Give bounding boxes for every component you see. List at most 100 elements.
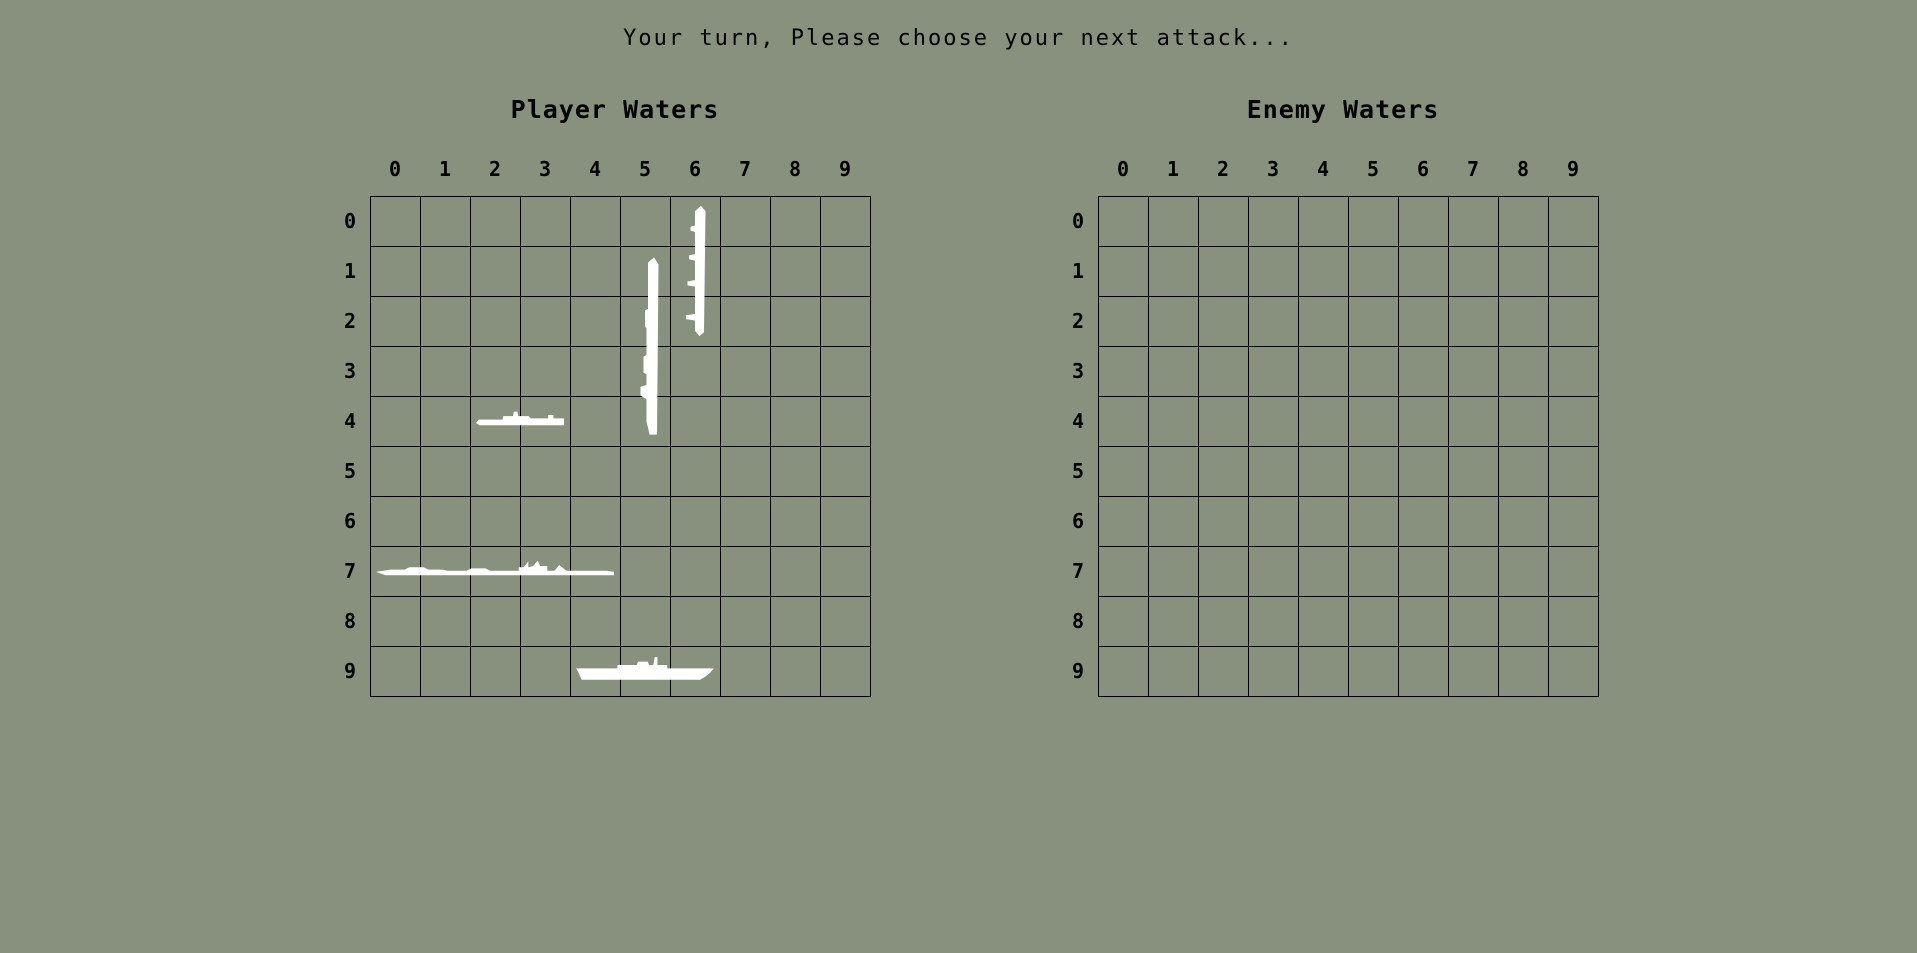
enemy-cell[interactable] (1449, 647, 1499, 697)
enemy-cell[interactable] (1149, 197, 1199, 247)
enemy-cell[interactable] (1349, 497, 1399, 547)
enemy-cell[interactable] (1499, 197, 1549, 247)
enemy-cell[interactable] (1449, 197, 1499, 247)
enemy-cell[interactable] (1499, 547, 1549, 597)
enemy-cell[interactable] (1249, 647, 1299, 697)
enemy-cell[interactable] (1499, 647, 1549, 697)
enemy-cell[interactable] (1249, 247, 1299, 297)
enemy-cell[interactable] (1099, 397, 1149, 447)
enemy-cell[interactable] (1399, 397, 1449, 447)
enemy-cell[interactable] (1549, 197, 1599, 247)
enemy-cell[interactable] (1499, 247, 1549, 297)
enemy-cell[interactable] (1199, 297, 1249, 347)
enemy-cell[interactable] (1299, 647, 1349, 697)
enemy-cell[interactable] (1299, 597, 1349, 647)
enemy-cell[interactable] (1249, 297, 1299, 347)
enemy-cell[interactable] (1149, 297, 1199, 347)
enemy-cell[interactable] (1149, 497, 1199, 547)
enemy-cell[interactable] (1549, 347, 1599, 397)
enemy-cell[interactable] (1249, 397, 1299, 447)
enemy-cell[interactable] (1499, 297, 1549, 347)
enemy-cell[interactable] (1349, 197, 1399, 247)
enemy-cell[interactable] (1449, 347, 1499, 397)
enemy-cell[interactable] (1149, 647, 1199, 697)
enemy-cell[interactable] (1449, 247, 1499, 297)
enemy-cell[interactable] (1449, 397, 1499, 447)
enemy-cell[interactable] (1449, 297, 1499, 347)
enemy-cell[interactable] (1549, 447, 1599, 497)
enemy-cell[interactable] (1099, 347, 1149, 397)
enemy-cell[interactable] (1399, 497, 1449, 547)
enemy-cell[interactable] (1249, 347, 1299, 397)
enemy-cell[interactable] (1549, 397, 1599, 447)
enemy-cell[interactable] (1499, 597, 1549, 647)
enemy-cell[interactable] (1249, 447, 1299, 497)
enemy-cell[interactable] (1149, 397, 1199, 447)
enemy-cell[interactable] (1199, 197, 1249, 247)
enemy-cell[interactable] (1549, 497, 1599, 547)
enemy-cell[interactable] (1249, 197, 1299, 247)
enemy-cell[interactable] (1249, 497, 1299, 547)
enemy-cell[interactable] (1399, 347, 1449, 397)
enemy-cell[interactable] (1149, 347, 1199, 397)
enemy-cell[interactable] (1099, 447, 1149, 497)
enemy-cell[interactable] (1299, 247, 1349, 297)
enemy-cell[interactable] (1249, 597, 1299, 647)
enemy-cell[interactable] (1399, 247, 1449, 297)
enemy-cell[interactable] (1099, 297, 1149, 347)
enemy-cell[interactable] (1299, 547, 1349, 597)
enemy-cell[interactable] (1299, 297, 1349, 347)
enemy-cell[interactable] (1549, 647, 1599, 697)
enemy-cell[interactable] (1349, 247, 1399, 297)
enemy-cell[interactable] (1499, 397, 1549, 447)
enemy-cell[interactable] (1449, 447, 1499, 497)
enemy-cell[interactable] (1449, 597, 1499, 647)
enemy-cell[interactable] (1349, 297, 1399, 347)
enemy-cell[interactable] (1199, 497, 1249, 547)
enemy-cell[interactable] (1399, 297, 1449, 347)
enemy-cell[interactable] (1349, 547, 1399, 597)
enemy-cell[interactable] (1099, 497, 1149, 547)
enemy-cell[interactable] (1449, 547, 1499, 597)
enemy-cell[interactable] (1199, 547, 1249, 597)
enemy-cell[interactable] (1349, 447, 1399, 497)
enemy-cell[interactable] (1149, 447, 1199, 497)
enemy-cell[interactable] (1099, 647, 1149, 697)
enemy-cell[interactable] (1549, 297, 1599, 347)
enemy-cell[interactable] (1349, 347, 1399, 397)
enemy-cell[interactable] (1299, 497, 1349, 547)
enemy-cell[interactable] (1399, 547, 1449, 597)
enemy-cell[interactable] (1449, 497, 1499, 547)
enemy-cell[interactable] (1299, 197, 1349, 247)
enemy-cell[interactable] (1549, 547, 1599, 597)
enemy-cell[interactable] (1549, 247, 1599, 297)
enemy-cell[interactable] (1399, 597, 1449, 647)
enemy-cell[interactable] (1199, 247, 1249, 297)
enemy-cell[interactable] (1499, 347, 1549, 397)
enemy-cell[interactable] (1099, 247, 1149, 297)
enemy-cell[interactable] (1099, 197, 1149, 247)
enemy-cell[interactable] (1199, 647, 1249, 697)
enemy-cell[interactable] (1149, 597, 1199, 647)
enemy-cell[interactable] (1149, 547, 1199, 597)
enemy-cell[interactable] (1549, 597, 1599, 647)
enemy-cell[interactable] (1199, 597, 1249, 647)
enemy-cell[interactable] (1349, 597, 1399, 647)
enemy-cell[interactable] (1249, 547, 1299, 597)
enemy-cell[interactable] (1399, 647, 1449, 697)
enemy-cell[interactable] (1299, 397, 1349, 447)
enemy-cell[interactable] (1299, 347, 1349, 397)
enemy-cell[interactable] (1099, 547, 1149, 597)
enemy-cell[interactable] (1349, 647, 1399, 697)
enemy-cell[interactable] (1199, 347, 1249, 397)
enemy-cell[interactable] (1499, 497, 1549, 547)
enemy-cell[interactable] (1099, 597, 1149, 647)
enemy-cell[interactable] (1199, 397, 1249, 447)
enemy-cell[interactable] (1399, 197, 1449, 247)
enemy-cell[interactable] (1499, 447, 1549, 497)
enemy-cell[interactable] (1199, 447, 1249, 497)
enemy-cell[interactable] (1399, 447, 1449, 497)
enemy-cell[interactable] (1299, 447, 1349, 497)
enemy-cell[interactable] (1349, 397, 1399, 447)
enemy-cell[interactable] (1149, 247, 1199, 297)
